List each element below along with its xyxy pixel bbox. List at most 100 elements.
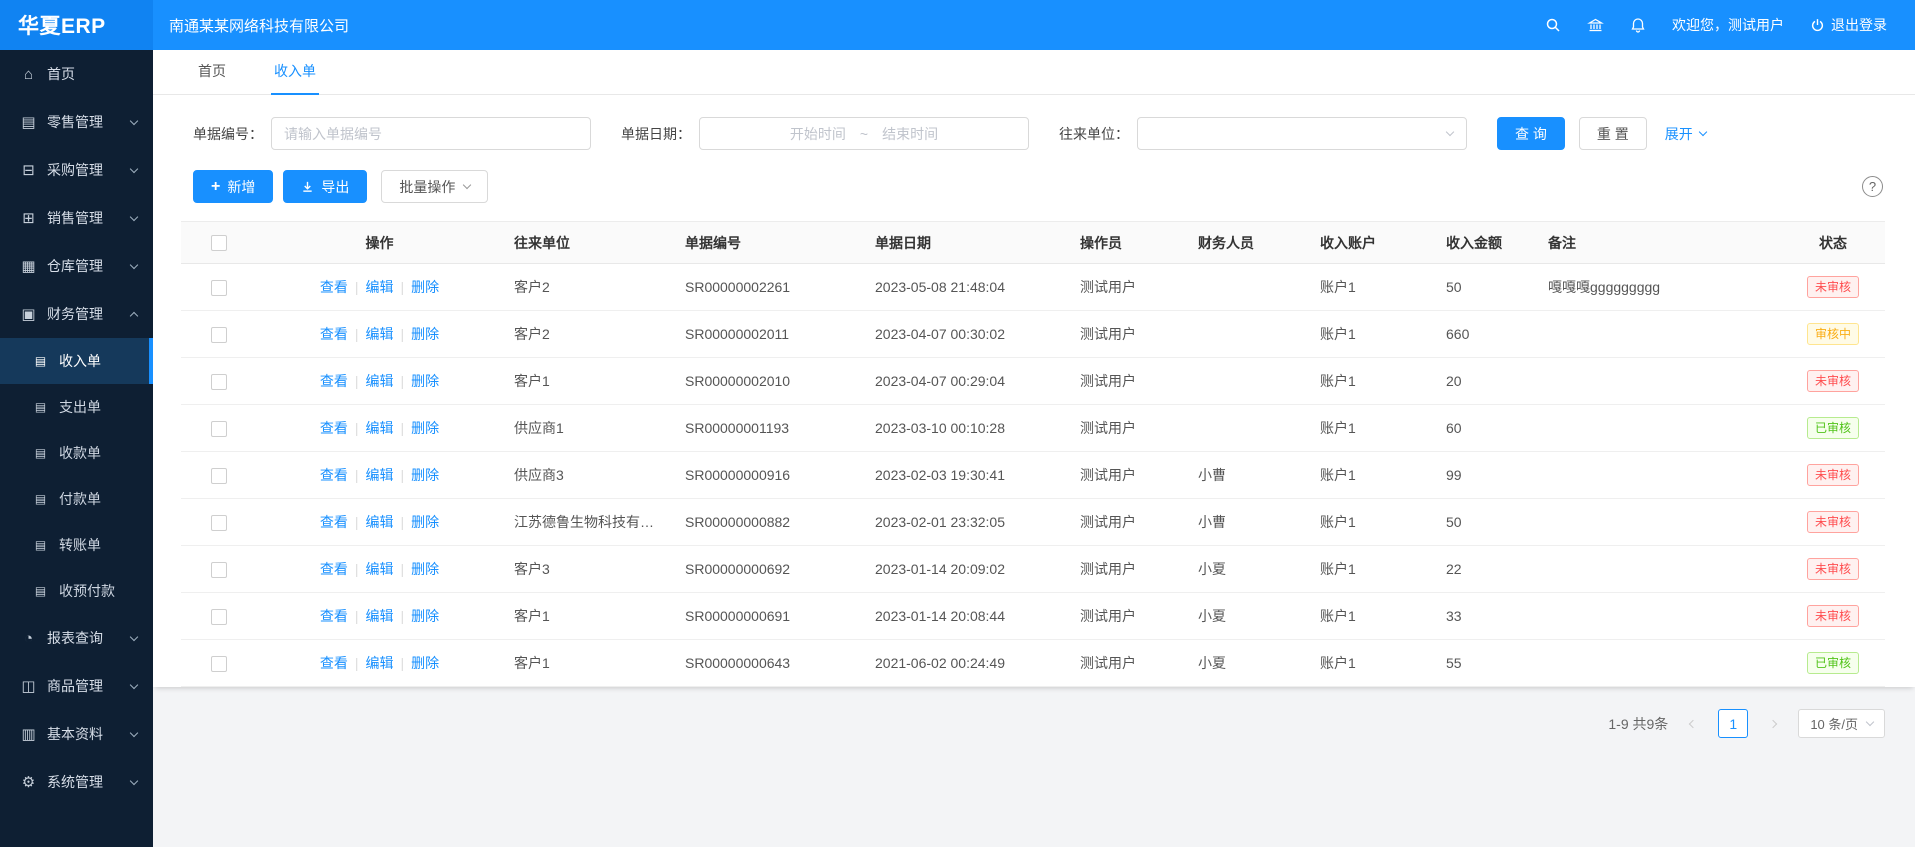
row-actions: 查看|编辑|删除 (257, 452, 502, 499)
cell-account: 账户1 (1308, 452, 1434, 499)
sidebar-item-label: 系统管理 (47, 772, 103, 792)
row-checkbox[interactable] (211, 280, 227, 296)
table-body: 查看|编辑|删除客户2SR000000022612023-05-08 21:48… (181, 264, 1885, 687)
bill-no-input[interactable] (271, 117, 591, 150)
view-link[interactable]: 查看 (320, 326, 348, 342)
logout-button[interactable]: 退出登录 (1810, 15, 1887, 35)
delete-link[interactable]: 删除 (411, 420, 439, 436)
sidebar-item-basic[interactable]: ▥基本资料 (0, 710, 153, 758)
row-checkbox[interactable] (211, 656, 227, 672)
edit-link[interactable]: 编辑 (366, 279, 394, 295)
sidebar-item-purchase[interactable]: ⊟采购管理 (0, 146, 153, 194)
tab-home[interactable]: 首页 (195, 61, 229, 94)
view-link[interactable]: 查看 (320, 279, 348, 295)
view-link[interactable]: 查看 (320, 467, 348, 483)
cell-amount: 99 (1434, 452, 1536, 499)
expand-link[interactable]: 展开 (1665, 124, 1706, 144)
delete-link[interactable]: 删除 (411, 326, 439, 342)
view-link[interactable]: 查看 (320, 561, 348, 577)
delete-link[interactable]: 删除 (411, 514, 439, 530)
row-checkbox[interactable] (211, 515, 227, 531)
view-link[interactable]: 查看 (320, 420, 348, 436)
cell-status: 审核中 (1781, 311, 1885, 358)
export-button[interactable]: 导出 (283, 170, 367, 203)
partner-select[interactable] (1137, 117, 1467, 150)
next-page-button[interactable] (1760, 711, 1786, 737)
sidebar-item-retail[interactable]: ▤零售管理 (0, 98, 153, 146)
cell-account: 账户1 (1308, 405, 1434, 452)
sidebar-item-finance[interactable]: ▣财务管理 (0, 290, 153, 338)
column-header-7: 收入金额 (1434, 222, 1536, 264)
view-link[interactable]: 查看 (320, 608, 348, 624)
sidebar-item-goods[interactable]: ◫商品管理 (0, 662, 153, 710)
cell-operator: 测试用户 (1068, 405, 1186, 452)
page-size-select[interactable]: 10 条/页 (1798, 709, 1885, 738)
sidebar-subitem-receipt[interactable]: ▤收款单 (0, 430, 153, 476)
cell-bill_date: 2023-04-07 00:30:02 (863, 311, 1068, 358)
sidebar-item-system[interactable]: ⚙系统管理 (0, 758, 153, 806)
bank-icon[interactable] (1587, 17, 1604, 33)
delete-link[interactable]: 删除 (411, 279, 439, 295)
view-link[interactable]: 查看 (320, 373, 348, 389)
page-number[interactable]: 1 (1718, 709, 1748, 738)
sidebar-subitem-transfer[interactable]: ▤转账单 (0, 522, 153, 568)
sidebar-subitem-advance[interactable]: ▤收预付款 (0, 568, 153, 614)
cell-partner: 客户2 (502, 264, 673, 311)
search-icon[interactable] (1545, 17, 1561, 33)
sidebar-subitem-expense[interactable]: ▤支出单 (0, 384, 153, 430)
column-header-1: 往来单位 (502, 222, 673, 264)
edit-link[interactable]: 编辑 (366, 420, 394, 436)
sidebar-item-label: 商品管理 (47, 676, 103, 696)
cell-status: 未审核 (1781, 499, 1885, 546)
pagination: 1-9 共9条 1 10 条/页 (153, 709, 1885, 738)
edit-link[interactable]: 编辑 (366, 608, 394, 624)
batch-operations-button[interactable]: 批量操作 (381, 170, 488, 203)
date-range-picker[interactable]: 开始时间 ~ 结束时间 (699, 117, 1029, 150)
row-checkbox[interactable] (211, 609, 227, 625)
prev-page-button[interactable] (1680, 711, 1706, 737)
row-checkbox[interactable] (211, 562, 227, 578)
edit-link[interactable]: 编辑 (366, 326, 394, 342)
row-checkbox[interactable] (211, 468, 227, 484)
cell-remark (1536, 452, 1781, 499)
bell-icon[interactable] (1630, 17, 1646, 33)
edit-link[interactable]: 编辑 (366, 514, 394, 530)
sidebar-item-home[interactable]: ⌂首页 (0, 50, 153, 98)
edit-link[interactable]: 编辑 (366, 561, 394, 577)
column-header-2: 单据编号 (673, 222, 863, 264)
delete-link[interactable]: 删除 (411, 467, 439, 483)
row-checkbox[interactable] (211, 421, 227, 437)
row-checkbox[interactable] (211, 374, 227, 390)
add-button[interactable]: + 新增 (193, 170, 273, 203)
edit-link[interactable]: 编辑 (366, 373, 394, 389)
row-checkbox[interactable] (211, 327, 227, 343)
sidebar-subitem-label: 收入单 (59, 351, 101, 371)
sidebar-item-report[interactable]: ◔报表查询 (0, 614, 153, 662)
sidebar-item-sales[interactable]: ⊞销售管理 (0, 194, 153, 242)
help-icon[interactable]: ? (1862, 176, 1883, 197)
delete-link[interactable]: 删除 (411, 561, 439, 577)
view-link[interactable]: 查看 (320, 655, 348, 671)
app-logo[interactable]: 华夏ERP (0, 0, 153, 50)
delete-link[interactable]: 删除 (411, 608, 439, 624)
sidebar-subitem-payment[interactable]: ▤付款单 (0, 476, 153, 522)
delete-link[interactable]: 删除 (411, 373, 439, 389)
view-link[interactable]: 查看 (320, 514, 348, 530)
sidebar-item-warehouse[interactable]: ▦仓库管理 (0, 242, 153, 290)
status-badge: 未审核 (1807, 276, 1859, 298)
edit-link[interactable]: 编辑 (366, 467, 394, 483)
cell-remark (1536, 311, 1781, 358)
action-divider: | (401, 326, 405, 342)
content-card: 单据编号： 单据日期： 开始时间 ~ 结束时间 往来单位： 查 询 重 置 (153, 95, 1915, 687)
sidebar-subitem-income[interactable]: ▤收入单 (0, 338, 153, 384)
search-button[interactable]: 查 询 (1497, 117, 1565, 150)
cell-account: 账户1 (1308, 311, 1434, 358)
select-all-checkbox[interactable] (211, 235, 227, 251)
cell-finance_staff (1186, 405, 1308, 452)
cell-bill_date: 2023-02-01 23:32:05 (863, 499, 1068, 546)
reset-button[interactable]: 重 置 (1579, 117, 1647, 150)
edit-link[interactable]: 编辑 (366, 655, 394, 671)
bill-no-label: 单据编号： (193, 124, 263, 144)
tab-income[interactable]: 收入单 (271, 61, 319, 94)
delete-link[interactable]: 删除 (411, 655, 439, 671)
